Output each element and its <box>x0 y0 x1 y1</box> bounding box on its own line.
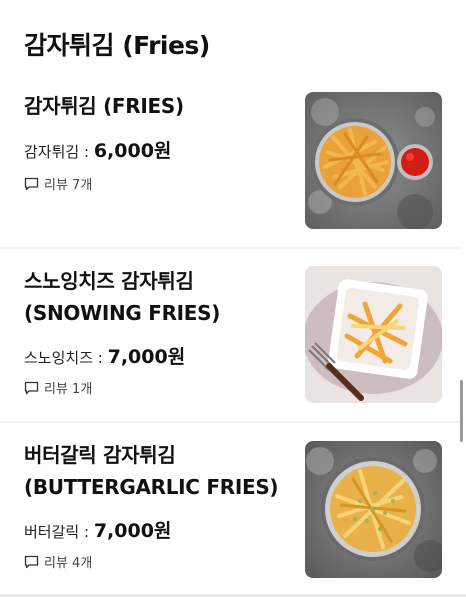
review-row: 리뷰 4개 <box>24 552 92 571</box>
fries-with-ketchup-image[interactable] <box>305 92 442 229</box>
price-row: 감자튀김 : 6,000원 <box>24 136 171 163</box>
price-value: 7,000원 <box>93 520 172 542</box>
price-row: 버터갈릭 : 7,000원 <box>24 516 171 543</box>
price-row: 스노잉치즈 : 7,000원 <box>24 342 185 369</box>
menu-item-name-line: (SNOWING FRIES) <box>24 301 221 325</box>
menu-item-name-line: (BUTTERGARLIC FRIES) <box>24 475 279 499</box>
garlic-fries-bowl-image[interactable] <box>305 441 442 578</box>
price-label: 버터갈릭 : <box>24 523 90 541</box>
price-label: 스노잉치즈 : <box>24 349 103 367</box>
menu-item-name-line: 스노잉치즈 감자튀김 <box>24 269 194 293</box>
section-title: 감자튀김 (Fries) <box>24 31 210 60</box>
price-label: 감자튀김 : <box>24 143 90 161</box>
price-value: 7,000원 <box>107 346 186 368</box>
review-row: 리뷰 7개 <box>24 174 92 193</box>
cheese-fries-plate-image[interactable] <box>305 266 442 403</box>
price-value: 6,000원 <box>93 140 172 162</box>
scrollbar[interactable] <box>460 380 463 442</box>
menu-item-name: 감자튀김 (FRIES) <box>24 90 294 122</box>
menu-item-name-line: 감자튀김 (FRIES) <box>24 94 184 118</box>
divider <box>0 421 462 423</box>
divider <box>0 247 462 249</box>
menu-item-name-line: 버터갈릭 감자튀김 <box>24 443 176 467</box>
menu-item-name: 버터갈릭 감자튀김 (BUTTERGARLIC FRIES) <box>24 439 294 503</box>
comment-icon <box>24 177 39 191</box>
menu-item-name: 스노잉치즈 감자튀김 (SNOWING FRIES) <box>24 265 294 329</box>
menu-item-snowing-fries[interactable]: 스노잉치즈 감자튀김 (SNOWING FRIES) 스노잉치즈 : 7,000… <box>0 250 462 422</box>
menu-item-fries[interactable]: 감자튀김 (FRIES) 감자튀김 : 6,000원 리뷰 7개 <box>0 74 462 248</box>
review-row: 리뷰 1개 <box>24 378 92 397</box>
review-count: 리뷰 4개 <box>44 556 93 571</box>
menu-item-buttergarlic-fries[interactable]: 버터갈릭 감자튀김 (BUTTERGARLIC FRIES) 버터갈릭 : 7,… <box>0 424 462 597</box>
comment-icon <box>24 555 39 569</box>
comment-icon <box>24 381 39 395</box>
review-count: 리뷰 7개 <box>44 178 93 193</box>
review-count: 리뷰 1개 <box>44 382 93 397</box>
